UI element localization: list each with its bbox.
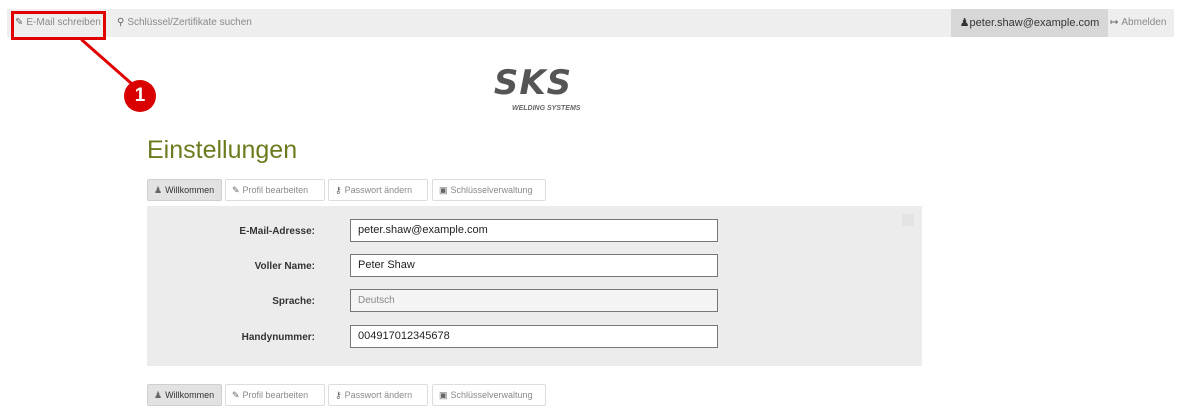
user-icon: ♟ xyxy=(154,390,163,400)
panel-corner-decoration xyxy=(902,214,914,226)
phone-label: Handynummer: xyxy=(241,332,315,343)
tab-label: Schlüsselverwaltung xyxy=(450,185,533,195)
page-title: Einstellungen xyxy=(147,136,298,164)
tab-label: Schlüsselverwaltung xyxy=(450,390,533,400)
logo-subtitle: WELDING SYSTEMS xyxy=(512,105,581,112)
email-field[interactable]: peter.shaw@example.com xyxy=(350,219,718,242)
language-select[interactable]: Deutsch xyxy=(350,289,718,312)
tab-willkommen[interactable]: ♟ Willkommen xyxy=(147,384,222,406)
current-user-label: peter.shaw@example.com xyxy=(969,17,1100,29)
phone-field[interactable]: 004917012345678 xyxy=(350,325,718,348)
annotation-pointer-line xyxy=(80,38,134,86)
tab-label: Passwort ändern xyxy=(344,185,413,195)
tab-label: Profil bearbeiten xyxy=(242,185,309,195)
logout-label: Abmelden xyxy=(1121,17,1167,28)
current-user-menu[interactable]: ♟peter.shaw@example.com xyxy=(951,9,1108,37)
tab-label: Profil bearbeiten xyxy=(242,390,309,400)
user-icon: ♟ xyxy=(154,185,163,195)
tab-schluesselverwaltung[interactable]: ▣ Schlüsselverwaltung xyxy=(432,384,546,406)
tab-schluesselverwaltung[interactable]: ▣ Schlüsselverwaltung xyxy=(432,179,546,201)
logout-link[interactable]: ↦ Abmelden xyxy=(1110,9,1166,37)
settings-panel: E-Mail-Adresse: peter.shaw@example.com V… xyxy=(147,206,922,366)
tab-label: Willkommen xyxy=(165,390,215,400)
full-name-label: Voller Name: xyxy=(254,261,315,272)
language-label: Sprache: xyxy=(272,296,315,307)
email-label: E-Mail-Adresse: xyxy=(239,226,315,237)
lock-icon: ▣ xyxy=(439,390,448,400)
tab-label: Passwort ändern xyxy=(344,390,413,400)
annotation-number-badge: 1 xyxy=(124,80,156,112)
pencil-icon: ✎ xyxy=(232,185,240,195)
pencil-icon: ✎ xyxy=(232,390,240,400)
tab-profil-bearbeiten[interactable]: ✎ Profil bearbeiten xyxy=(225,179,325,201)
logo-text: SKS xyxy=(493,63,573,103)
tab-label: Willkommen xyxy=(165,185,215,195)
tab-willkommen[interactable]: ♟ Willkommen xyxy=(147,179,222,201)
tab-passwort-aendern[interactable]: ⚷ Passwort ändern xyxy=(328,179,428,201)
logout-icon: ↦ xyxy=(1110,17,1119,28)
lock-icon: ▣ xyxy=(439,185,448,195)
user-icon: ♟ xyxy=(959,17,970,29)
full-name-field[interactable]: Peter Shaw xyxy=(350,254,718,277)
key-icon: ⚷ xyxy=(335,185,342,195)
tab-passwort-aendern[interactable]: ⚷ Passwort ändern xyxy=(328,384,428,406)
company-logo: SKS WELDING SYSTEMS xyxy=(478,63,588,118)
tab-profil-bearbeiten[interactable]: ✎ Profil bearbeiten xyxy=(225,384,325,406)
key-icon: ⚷ xyxy=(335,390,342,400)
